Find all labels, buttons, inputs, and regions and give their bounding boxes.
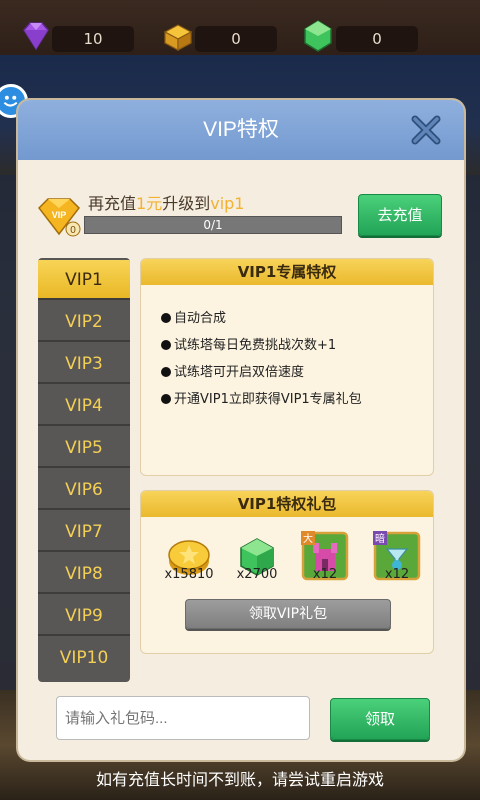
vip-level-number: 0 [70, 225, 76, 236]
tab-vip6[interactable]: VIP6 [38, 470, 130, 510]
recharge-button[interactable]: 去充值 [358, 194, 442, 236]
tab-vip9[interactable]: VIP9 [38, 596, 130, 636]
vip-level-icon: VIP 0 [38, 198, 81, 237]
privilege-item: 开通VIP1立即获得VIP1专属礼包 [161, 388, 362, 407]
upgrade-target: vip1 [210, 194, 245, 213]
privilege-text: 开通VIP1立即获得VIP1专属礼包 [174, 392, 362, 407]
purple-gem-icon [23, 22, 49, 51]
claim-vip-gift-button[interactable]: 领取VIP礼包 [185, 599, 391, 629]
vip-tab-list: VIP1 VIP2 VIP3 VIP4 VIP5 VIP6 VIP7 VIP8 … [38, 258, 130, 682]
green-gem-count: 0 [336, 26, 418, 52]
gift-pack-panel: VIP1特权礼包 x15810 x2700 大 x12 暗 x12 领取VIP礼… [140, 490, 434, 654]
privilege-text: 试练塔每日免费挑战次数+1 [174, 338, 337, 353]
close-icon[interactable] [410, 114, 442, 146]
recharge-footer-note: 如有充值长时间不到账，请尝试重启游戏 [95, 770, 384, 789]
vip-dialog: VIP特权 VIP 0 再充值1元升级到vip1 0/1 去充值 VIP1 VI… [18, 100, 464, 760]
bullet-icon [161, 367, 171, 377]
gift-count-gem: x2700 [236, 567, 278, 582]
bullet-icon [161, 340, 171, 350]
gift-count-castle: x12 [312, 567, 338, 582]
tab-vip3[interactable]: VIP3 [38, 344, 130, 384]
purple-gem-count: 10 [52, 26, 134, 52]
privilege-item: 自动合成 [161, 307, 226, 326]
gift-count-coin: x15810 [164, 567, 214, 582]
gift-code-input[interactable] [56, 696, 310, 740]
bullet-icon [161, 313, 171, 323]
tab-vip7[interactable]: VIP7 [38, 512, 130, 552]
gift-badge-big: 大 [303, 532, 313, 545]
privilege-text: 自动合成 [174, 311, 227, 326]
privileges-panel: VIP1专属特权 自动合成 试练塔每日免费挑战次数+1 试练塔可开启双倍速度 开… [140, 258, 434, 476]
upgrade-prefix: 再充值 [88, 194, 137, 213]
vip-progress-text: 0/1 [203, 218, 223, 232]
privilege-item: 试练塔每日免费挑战次数+1 [161, 334, 336, 353]
gift-pack-title: VIP1特权礼包 [141, 491, 433, 517]
privileges-title: VIP1专属特权 [141, 259, 433, 285]
upgrade-amount: 1元 [136, 194, 163, 213]
upgrade-middle: 升级到 [162, 194, 211, 213]
dialog-title: VIP特权 [203, 118, 279, 141]
tab-vip4[interactable]: VIP4 [38, 386, 130, 426]
privilege-item: 试练塔可开启双倍速度 [161, 361, 304, 380]
claim-code-button[interactable]: 领取 [330, 698, 430, 740]
tab-vip8[interactable]: VIP8 [38, 554, 130, 594]
tab-vip2[interactable]: VIP2 [38, 302, 130, 342]
green-gem-icon [304, 20, 332, 52]
gift-badge-dark: 暗 [375, 532, 385, 545]
chest-count: 0 [195, 26, 277, 52]
tab-vip10[interactable]: VIP10 [38, 638, 130, 678]
gift-count-fountain: x12 [384, 567, 410, 582]
privilege-text: 试练塔可开启双倍速度 [174, 365, 305, 380]
tab-vip5[interactable]: VIP5 [38, 428, 130, 468]
gold-chest-icon [163, 24, 193, 52]
svg-text:VIP: VIP [52, 210, 67, 220]
upgrade-hint: 再充值1元升级到vip1 [88, 190, 244, 214]
bullet-icon [161, 394, 171, 404]
tab-vip1[interactable]: VIP1 [38, 260, 130, 300]
vip-progress-bar: 0/1 [84, 216, 342, 234]
